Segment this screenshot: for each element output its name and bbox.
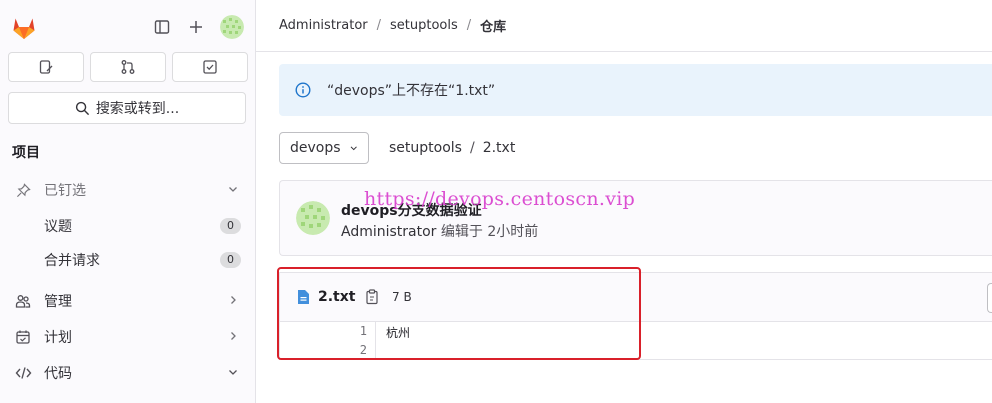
sidebar-item-label: 代码 [44,366,72,382]
file-actions-button[interactable] [987,283,992,313]
gitlab-logo-icon[interactable] [10,14,38,42]
sidebar-item-label: 已钉选 [44,183,86,199]
sidebar-item-label: 议题 [44,219,72,235]
toggle-sidebar-icon[interactable] [152,16,172,38]
breadcrumb: Administrator / setuptools / 仓库 [256,0,992,52]
assigned-issues-button[interactable] [8,52,84,82]
sidebar-section-title: 项目 [12,145,40,161]
branch-name: devops [290,140,341,156]
chevron-down-icon [227,183,239,198]
sidebar-item-pinned[interactable]: 已钉选 [0,174,255,206]
file-path: setuptools / 2.txt [389,140,515,156]
count-badge: 0 [220,252,241,268]
search-icon [75,101,89,115]
calendar-icon [14,329,32,345]
sidebar-item-issues[interactable]: 议题 0 [0,210,255,242]
commit-author[interactable]: Administrator [341,224,436,240]
todo-button[interactable] [172,52,248,82]
users-icon [14,293,32,309]
sidebar-item-manage[interactable]: 管理 [0,285,255,317]
search-label: 搜索或转到... [95,101,180,117]
breadcrumb-item[interactable]: Administrator [279,18,368,33]
commit-meta: Administrator 编辑于 2小时前 [341,221,538,241]
alert-message: “devops”上不存在“1.txt” [327,83,496,99]
commit-time: 2小时前 [487,224,539,240]
watermark-text: https://devops.centoscn.vip [364,188,636,210]
path-separator: / [469,140,475,156]
user-avatar[interactable] [220,15,244,39]
commit-action: 编辑于 [440,224,483,240]
info-icon [295,82,311,98]
breadcrumb-separator: / [376,18,382,33]
search-button[interactable]: 搜索或转到... [8,92,246,124]
breadcrumb-separator: / [466,18,472,33]
path-file: 2.txt [482,140,516,156]
sidebar-header [0,0,256,52]
branch-selector[interactable]: devops [279,132,369,164]
plus-icon[interactable] [186,16,206,38]
issues-icon [39,60,53,74]
chevron-down-icon [350,146,357,151]
count-badge: 0 [220,218,241,234]
sidebar-item-label: 管理 [44,294,72,310]
sidebar-item-merge-requests[interactable]: 合并请求 0 [0,244,255,276]
sidebar-item-label: 合并请求 [44,253,100,269]
todo-icon [203,60,217,74]
path-project-link[interactable]: setuptools [389,140,462,156]
sidebar-item-label: 计划 [44,330,72,346]
chevron-right-icon [227,330,239,345]
sidebar-item-plan[interactable]: 计划 [0,321,255,353]
merge-requests-button[interactable] [90,52,166,82]
repo-nav: devops setuptools / 2.txt [279,132,515,164]
commit-author-avatar[interactable] [296,201,330,235]
chevron-down-icon [227,366,239,381]
code-icon [14,365,32,381]
annotation-highlight-box [277,267,641,360]
breadcrumb-item[interactable]: setuptools [390,18,458,33]
sidebar-item-code[interactable]: 代码 [0,357,255,389]
info-alert: “devops”上不存在“1.txt” [279,64,992,116]
merge-request-icon [121,60,135,74]
sidebar: 搜索或转到... 项目 已钉选 议题 0 合并请求 0 管理 计划 代码 [0,0,256,403]
pin-icon [14,182,32,198]
chevron-right-icon [227,294,239,309]
breadcrumb-item-current[interactable]: 仓库 [480,16,506,35]
